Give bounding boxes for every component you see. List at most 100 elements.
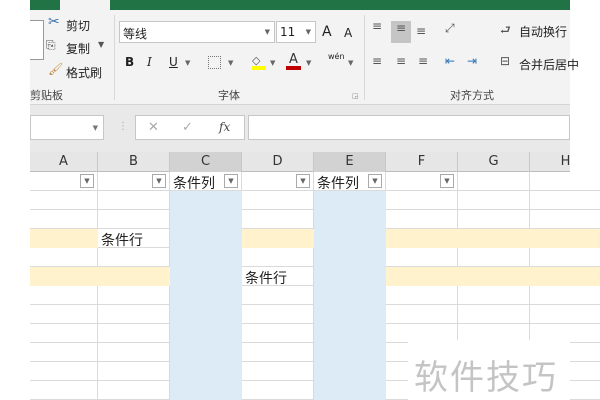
cell-A6[interactable] <box>30 267 98 286</box>
cell-B6[interactable] <box>98 267 170 286</box>
cell-G8[interactable] <box>458 305 530 324</box>
cell-E5[interactable] <box>314 248 386 267</box>
cell-A5[interactable] <box>30 248 98 267</box>
cell-A7[interactable] <box>30 286 98 305</box>
cell-C2[interactable] <box>170 191 242 210</box>
borders-icon[interactable] <box>208 56 221 69</box>
fill-color-icon[interactable]: ◇ <box>252 54 266 70</box>
cell-H2[interactable] <box>530 191 600 210</box>
bold-button[interactable]: B <box>125 55 134 69</box>
cell-E4[interactable] <box>314 229 386 248</box>
cell-B11[interactable] <box>98 362 170 381</box>
cell-D11[interactable] <box>242 362 314 381</box>
cell-B8[interactable] <box>98 305 170 324</box>
column-header-F[interactable]: F <box>386 152 458 172</box>
cell-F5[interactable] <box>386 248 458 267</box>
dialog-launcher-icon[interactable]: ◲ <box>352 92 359 100</box>
chevron-down-icon[interactable]: ▼ <box>348 59 353 67</box>
chevron-down-icon[interactable]: ▼ <box>270 59 275 67</box>
cell-H7[interactable] <box>530 286 600 305</box>
cell-H4[interactable] <box>530 229 600 248</box>
insert-function-button[interactable]: fx <box>219 120 230 134</box>
cell-A8[interactable] <box>30 305 98 324</box>
cell-A4[interactable] <box>30 229 98 248</box>
cell-G4[interactable] <box>458 229 530 248</box>
align-center-icon[interactable]: ≡ <box>396 54 406 68</box>
column-header-C[interactable]: C <box>170 152 242 172</box>
cell-G5[interactable] <box>458 248 530 267</box>
cell-D8[interactable] <box>242 305 314 324</box>
cell-D7[interactable] <box>242 286 314 305</box>
increase-indent-icon[interactable]: ⇥ <box>467 54 477 68</box>
column-header-G[interactable]: G <box>458 152 530 172</box>
cell-A10[interactable] <box>30 343 98 362</box>
cell-D3[interactable] <box>242 210 314 229</box>
cell-H5[interactable] <box>530 248 600 267</box>
cell-C3[interactable] <box>170 210 242 229</box>
cell-F7[interactable] <box>386 286 458 305</box>
cell-D10[interactable] <box>242 343 314 362</box>
cell-E9[interactable] <box>314 324 386 343</box>
cell-G2[interactable] <box>458 191 530 210</box>
cell-D9[interactable] <box>242 324 314 343</box>
cell-C10[interactable] <box>170 343 242 362</box>
cell-F3[interactable] <box>386 210 458 229</box>
enter-icon[interactable]: ✓ <box>182 120 193 135</box>
cell-A12[interactable] <box>30 381 98 400</box>
name-box[interactable]: ▼ <box>30 115 104 140</box>
cell-C11[interactable] <box>170 362 242 381</box>
filter-dropdown-C[interactable]: ▼ <box>224 174 238 188</box>
cell-B5[interactable] <box>98 248 170 267</box>
cell-B9[interactable] <box>98 324 170 343</box>
underline-button[interactable]: U <box>169 55 178 69</box>
shrink-font-button[interactable]: A <box>344 26 352 40</box>
font-size-select[interactable]: 11 ▼ <box>276 21 316 43</box>
chevron-down-icon[interactable]: ▼ <box>185 59 190 67</box>
align-right-icon[interactable]: ≡ <box>418 54 428 68</box>
cell-E2[interactable] <box>314 191 386 210</box>
cell-A2[interactable] <box>30 191 98 210</box>
cell-C8[interactable] <box>170 305 242 324</box>
cell-G6[interactable] <box>458 267 530 286</box>
cell-F6[interactable] <box>386 267 458 286</box>
align-left-icon[interactable]: ≡ <box>372 54 382 68</box>
cell-D5[interactable] <box>242 248 314 267</box>
column-header-A[interactable]: A <box>30 152 98 172</box>
column-header-H[interactable]: H <box>530 152 600 172</box>
chevron-down-icon[interactable]: ▼ <box>98 40 104 49</box>
cell-B3[interactable] <box>98 210 170 229</box>
cell-H1[interactable] <box>530 172 600 191</box>
cell-C12[interactable] <box>170 381 242 400</box>
cell-H6[interactable] <box>530 267 600 286</box>
filter-dropdown-B[interactable]: ▼ <box>152 174 166 188</box>
align-middle-icon[interactable]: ≡ <box>391 21 411 43</box>
cell-E6[interactable] <box>314 267 386 286</box>
orientation-icon[interactable]: ⤢ <box>445 21 455 36</box>
filter-dropdown-D[interactable]: ▼ <box>296 174 310 188</box>
cut-button[interactable]: 剪切 <box>66 17 90 34</box>
filter-dropdown-A[interactable]: ▼ <box>80 174 94 188</box>
cell-G1[interactable] <box>458 172 530 191</box>
cell-E3[interactable] <box>314 210 386 229</box>
paste-icon[interactable] <box>30 20 44 60</box>
cell-G7[interactable] <box>458 286 530 305</box>
cell-F4[interactable] <box>386 229 458 248</box>
merge-center-button[interactable]: 合并后居中 <box>519 56 579 73</box>
cell-A9[interactable] <box>30 324 98 343</box>
cell-C6[interactable] <box>170 267 242 286</box>
cell-D2[interactable] <box>242 191 314 210</box>
grow-font-button[interactable]: A <box>322 24 332 40</box>
cell-E7[interactable] <box>314 286 386 305</box>
cell-A3[interactable] <box>30 210 98 229</box>
phonetic-button[interactable]: wén <box>328 52 345 61</box>
cancel-icon[interactable]: ✕ <box>148 120 159 135</box>
cell-H3[interactable] <box>530 210 600 229</box>
cell-C7[interactable] <box>170 286 242 305</box>
cell-D12[interactable] <box>242 381 314 400</box>
chevron-down-icon[interactable]: ▼ <box>228 59 233 67</box>
cell-B12[interactable] <box>98 381 170 400</box>
cell-E10[interactable] <box>314 343 386 362</box>
align-top-icon[interactable]: ≡ <box>372 19 382 33</box>
filter-dropdown-E[interactable]: ▼ <box>368 174 382 188</box>
cell-E11[interactable] <box>314 362 386 381</box>
